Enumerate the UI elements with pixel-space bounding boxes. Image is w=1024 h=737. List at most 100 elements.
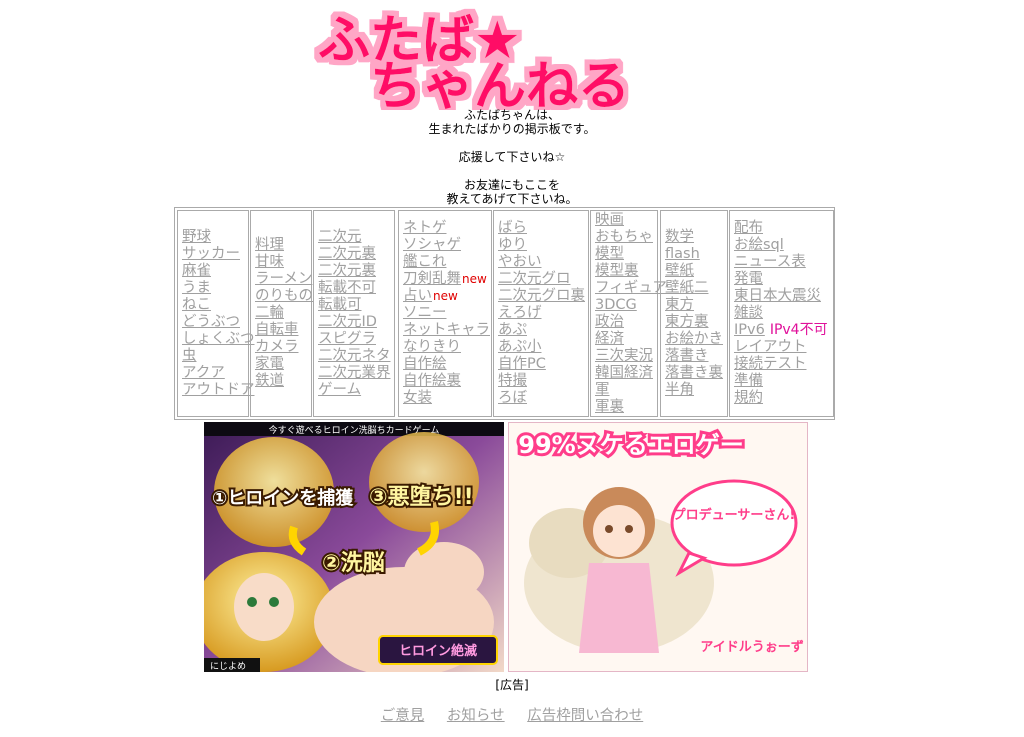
board-link[interactable]: ばら (498, 220, 588, 237)
board-link[interactable]: 発電 (734, 271, 833, 288)
board-link[interactable]: フィギュア (595, 280, 667, 297)
board-link[interactable]: 東方 (665, 297, 727, 314)
board-link[interactable]: 二次元グロ裏 (498, 288, 588, 305)
ad-banner-heroine-game[interactable]: 今すぐ遊べるヒロイン洗脳ちカードゲーム ①ヒロインを捕獲 ③悪堕ち!! ②洗脳 … (204, 422, 504, 672)
board-link[interactable]: 二次元裏 (318, 246, 394, 263)
board-link[interactable]: 二次元グロ (498, 271, 588, 288)
board-link[interactable]: 軍 (595, 382, 657, 399)
board-link[interactable]: 東日本大震災 (734, 288, 833, 305)
board-link[interactable]: レイアウト (734, 339, 833, 356)
board-link[interactable]: IPv6 IPv4不可 (734, 322, 833, 339)
board-link[interactable]: スピグラ (318, 331, 394, 348)
board-link[interactable]: 経済 (595, 331, 657, 348)
board-link[interactable]: 二次元業界 (318, 365, 394, 382)
board-link[interactable]: あぷ (498, 322, 588, 339)
board-link[interactable]: 麻雀 (182, 263, 248, 280)
board-link[interactable]: 転載不可 (318, 280, 394, 297)
board-link[interactable]: ネットキャラ (403, 322, 491, 339)
board-link-label: やおい (498, 254, 542, 270)
category-column: 野球 サッカー 麻雀 うま ねこ どうぶつ しょくぶつ虫アクア アウトドア (177, 210, 255, 417)
board-link[interactable]: 壁紙二 (665, 280, 727, 297)
board-link-label: どうぶつ (182, 313, 240, 330)
board-link[interactable]: 甘味 (255, 254, 311, 271)
board-link[interactable]: 自作絵 (403, 356, 491, 373)
board-link[interactable]: サッカー (182, 246, 248, 263)
board-link[interactable]: 落書き裏 (665, 365, 727, 382)
intro-line: 生まれたばかりの掲示板です。 (428, 122, 596, 136)
board-link[interactable]: ニュース表 (734, 254, 833, 271)
board-link[interactable]: ゆり (498, 237, 588, 254)
board-link[interactable]: のりもの (255, 288, 313, 305)
board-link[interactable]: 落書き (665, 348, 727, 365)
board-link[interactable]: 二次元ID (318, 314, 394, 331)
board-link[interactable]: 艦これ (403, 254, 491, 271)
board-link[interactable]: 二次元 (318, 229, 394, 246)
board-link[interactable]: 料理 (255, 237, 311, 254)
board-link[interactable]: なりきり (403, 339, 491, 356)
board-link[interactable]: 3DCG (595, 297, 657, 314)
board-link[interactable]: 自転車 (255, 322, 311, 339)
board-link[interactable]: 二次元ネタ (318, 348, 394, 365)
board-link[interactable]: 配布 (734, 220, 833, 237)
board-link[interactable]: 家電 (255, 356, 311, 373)
footer-link-ad-inquiry[interactable]: 広告枠問い合わせ (527, 708, 643, 724)
board-link[interactable]: えろげ (498, 305, 588, 322)
board-link[interactable]: ソシャゲ (403, 237, 491, 254)
board-link[interactable]: 数学 (665, 229, 727, 246)
board-link[interactable]: おもちゃ (595, 229, 657, 246)
board-link[interactable]: 接続テスト (734, 356, 833, 373)
board-link[interactable]: 転載可 (318, 297, 394, 314)
board-link[interactable]: 韓国経済 (595, 365, 657, 382)
board-link[interactable]: 東方裏 (665, 314, 727, 331)
board-link[interactable]: 準備 (734, 373, 833, 390)
board-link[interactable]: 映画 (595, 212, 657, 229)
board-link[interactable]: ラーメン (255, 271, 312, 288)
board-link-label: 数学 (665, 228, 694, 245)
board-link[interactable]: 規約 (734, 390, 833, 407)
board-link-label: 虫 (182, 347, 197, 364)
board-link[interactable]: 二輪 (255, 305, 311, 322)
board-link[interactable]: 半角 (665, 382, 727, 399)
board-link[interactable]: 模型 (595, 246, 657, 263)
board-link[interactable]: アクア (182, 365, 248, 382)
ad-caption: [広告] (495, 678, 529, 692)
ad-banner-idol-game[interactable]: 99%ヌケるエロゲー プロデューサーさん! アイドルうぉーず Z (508, 422, 808, 672)
board-link[interactable]: しょくぶつ (182, 331, 255, 348)
board-link[interactable]: あぷ小 (498, 339, 588, 356)
board-link[interactable]: 雑談 (734, 305, 833, 322)
board-link[interactable]: 政治 (595, 314, 657, 331)
board-link[interactable]: 刀剣乱舞new (403, 271, 491, 288)
board-link[interactable]: 鉄道 (255, 373, 311, 390)
intro-line: 教えてあげて下さいね。 (446, 192, 578, 206)
board-link[interactable]: 特撮 (498, 373, 588, 390)
board-link[interactable]: アウトドア (182, 382, 255, 399)
board-link[interactable]: お絵sql (734, 237, 833, 254)
board-link[interactable]: やおい (498, 254, 588, 271)
board-link[interactable]: flash (665, 246, 727, 263)
board-link[interactable]: ネトゲ (403, 220, 491, 237)
board-link[interactable]: 自作絵裏 (403, 373, 491, 390)
board-link[interactable]: どうぶつ (182, 314, 248, 331)
board-link[interactable]: カメラ (255, 339, 311, 356)
board-link[interactable]: ねこ (182, 297, 248, 314)
board-link[interactable]: お絵かき (665, 331, 727, 348)
board-link[interactable]: ゲーム (318, 382, 394, 399)
board-link-label: 接続テスト (734, 356, 807, 372)
board-link[interactable]: うま (182, 280, 248, 297)
board-link[interactable]: 野球 (182, 229, 248, 246)
board-link[interactable]: 壁紙 (665, 263, 727, 280)
board-link[interactable]: 模型裏 (595, 263, 657, 280)
footer-link-feedback[interactable]: ご意見 (381, 708, 425, 724)
board-link[interactable]: 占いnew (403, 288, 491, 305)
board-link[interactable]: 二次元裏 (318, 263, 394, 280)
ad2-headline: 99%ヌケるエロゲー (518, 431, 743, 459)
board-link[interactable]: 軍裏 (595, 399, 657, 416)
footer-link-news[interactable]: お知らせ (447, 708, 505, 724)
board-link-label: 規約 (734, 390, 763, 406)
board-link[interactable]: ろぼ (498, 390, 588, 407)
board-link[interactable]: ソニー (403, 305, 491, 322)
board-link[interactable]: 虫 (182, 348, 248, 365)
board-link[interactable]: 自作PC (498, 356, 588, 373)
board-link[interactable]: 女装 (403, 390, 491, 407)
board-link[interactable]: 三次実況 (595, 348, 657, 365)
